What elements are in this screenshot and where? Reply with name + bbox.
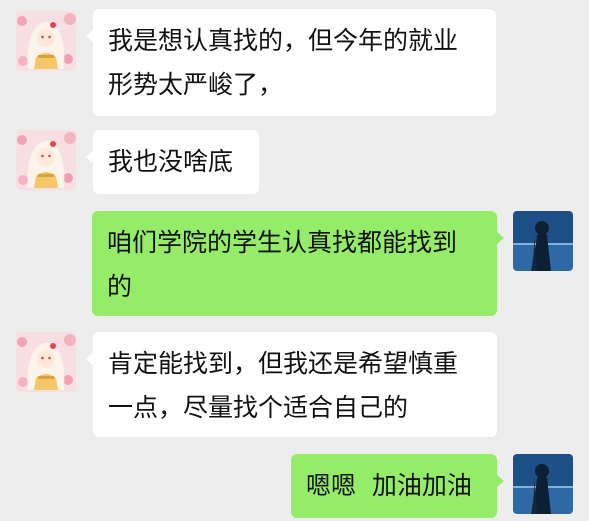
contact-avatar[interactable] xyxy=(16,332,76,392)
message-text-line: 我也没啥底 xyxy=(108,147,234,176)
message-bubble-incoming[interactable]: 肯定能找到，但我还是希望慎重 一点，尽量找个适合自己的 xyxy=(86,332,497,437)
bubble-tail xyxy=(496,474,504,488)
message-bubble-incoming[interactable]: 我是想认真找的，但今年的就业 形势太严峻了， xyxy=(86,9,496,116)
message-bubble-incoming[interactable]: 我也没啥底 xyxy=(86,130,259,194)
bubble-tail xyxy=(496,231,504,245)
anime-girl-avatar-icon xyxy=(16,11,76,71)
bubble-tail xyxy=(86,29,94,43)
message-bubble-outgoing[interactable]: 咱们学院的学生认真找都能找到 的 xyxy=(92,211,504,316)
message-text-line: 一点，尽量找个适合自己的 xyxy=(108,393,409,422)
bubble-tail xyxy=(86,352,94,366)
contact-avatar[interactable] xyxy=(16,130,76,190)
message-text-line: 嗯嗯 加油加油 xyxy=(306,471,472,500)
message-bubble-outgoing[interactable]: 嗯嗯 加油加油 xyxy=(291,454,504,518)
silhouette-sea-avatar-icon xyxy=(513,454,573,514)
message-text-line: 咱们学院的学生认真找都能找到 xyxy=(107,228,458,257)
anime-girl-avatar-icon xyxy=(16,332,76,392)
anime-girl-avatar-icon xyxy=(16,130,76,190)
message-text-line: 肯定能找到，但我还是希望慎重 xyxy=(108,349,459,378)
bubble-tail xyxy=(86,150,94,164)
self-avatar[interactable] xyxy=(513,211,573,271)
self-avatar[interactable] xyxy=(513,454,573,514)
message-text-line: 我是想认真找的，但今年的就业 xyxy=(108,26,459,55)
silhouette-sea-avatar-icon xyxy=(513,211,573,271)
message-text-line: 形势太严峻了， xyxy=(108,70,284,99)
message-text-line: 的 xyxy=(107,272,133,301)
contact-avatar[interactable] xyxy=(16,11,76,71)
